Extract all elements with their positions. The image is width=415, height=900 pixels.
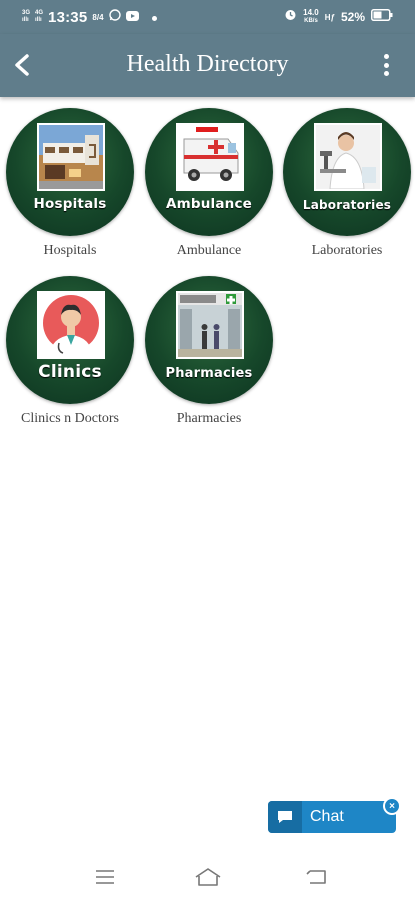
whatsapp-icon bbox=[108, 8, 121, 26]
page-title: Health Directory bbox=[126, 51, 289, 77]
speed-unit: KB/s bbox=[304, 18, 318, 24]
close-icon[interactable]: × bbox=[383, 797, 401, 815]
data-rate: 8/4 bbox=[92, 12, 104, 22]
system-back-button[interactable] bbox=[302, 864, 332, 890]
overflow-menu-dot bbox=[383, 71, 389, 76]
home-icon bbox=[195, 868, 221, 886]
laboratories-badge-label: Laboratories bbox=[302, 198, 392, 212]
clinics-caption: Clinics n Doctors bbox=[21, 411, 119, 426]
ambulance-badge-label: Ambulance bbox=[165, 196, 253, 212]
signal-sim1: 3G ıllı bbox=[22, 10, 30, 24]
network-type-2: 4G bbox=[35, 10, 44, 16]
hospital-building-image bbox=[37, 123, 105, 191]
clock: 13:35 bbox=[48, 8, 88, 26]
network-speed: 14.0 KB/s bbox=[303, 9, 319, 25]
clinics-badge: Clinics bbox=[6, 276, 134, 404]
pharmacies-caption: Pharmacies bbox=[176, 411, 242, 426]
chat-button[interactable]: Chat bbox=[268, 801, 396, 833]
pharmacy-store-image bbox=[176, 291, 244, 359]
menu-lines-icon bbox=[96, 870, 114, 884]
status-bar: 3G ıllı 4G ıllı 13:35 8/4 14.0 KB/s Hƒ 5… bbox=[0, 0, 415, 34]
system-nav-bar bbox=[0, 850, 415, 900]
hospitals-badge: Hospitals bbox=[6, 108, 134, 236]
laboratories-badge: Laboratories bbox=[283, 108, 411, 236]
overflow-menu-button[interactable] bbox=[381, 52, 391, 78]
laboratories-caption: Laboratories bbox=[311, 243, 383, 258]
signal-bars-1: ıllı bbox=[22, 17, 29, 23]
chat-label: Chat bbox=[310, 808, 344, 825]
pharmacies-badge: Pharmacies bbox=[145, 276, 273, 404]
chat-bubble-icon bbox=[268, 801, 302, 833]
overflow-menu-dot bbox=[383, 62, 389, 68]
hospitals-badge-label: Hospitals bbox=[33, 196, 107, 212]
app-bar: Health Directory bbox=[0, 34, 415, 97]
speed-value: 14.0 bbox=[303, 8, 319, 17]
ambulance-image bbox=[176, 123, 244, 191]
lab-scientist-image bbox=[314, 123, 382, 191]
hospitals-caption: Hospitals bbox=[43, 243, 97, 258]
ambulance-caption: Ambulance bbox=[176, 243, 242, 258]
ambulance-badge: Ambulance bbox=[145, 108, 273, 236]
overflow-menu-icon bbox=[383, 54, 389, 59]
recent-apps-button[interactable] bbox=[90, 864, 120, 890]
volte-indicator: Hƒ bbox=[324, 12, 335, 22]
network-type-1: 3G bbox=[22, 10, 31, 16]
battery-percent: 52% bbox=[340, 10, 365, 24]
clinics-badge-label: Clinics bbox=[38, 362, 102, 382]
youtube-icon bbox=[125, 8, 139, 26]
battery-icon bbox=[371, 8, 393, 26]
back-icon bbox=[306, 870, 326, 884]
notification-dot-icon bbox=[151, 8, 157, 26]
pharmacies-badge-label: Pharmacies bbox=[165, 366, 253, 381]
doctor-avatar-image bbox=[37, 291, 105, 359]
alarm-icon bbox=[284, 8, 297, 26]
signal-sim2: 4G ıllı bbox=[35, 10, 43, 24]
home-button[interactable] bbox=[193, 864, 223, 890]
signal-bars-2: ıllı bbox=[35, 17, 42, 23]
